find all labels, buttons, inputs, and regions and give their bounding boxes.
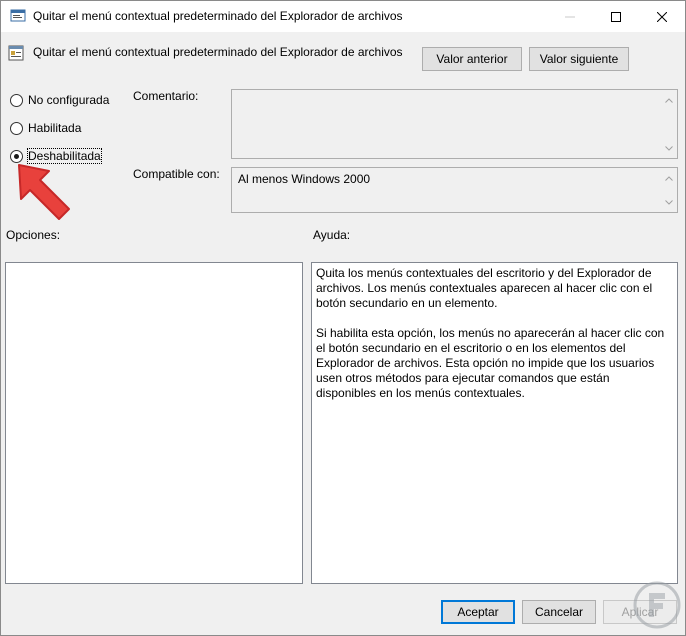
minimize-icon [565, 16, 575, 17]
chevron-down-icon [665, 145, 673, 151]
supported-on-label: Compatible con: [133, 167, 220, 181]
previous-setting-button[interactable]: Valor anterior [422, 47, 522, 71]
help-text: Quita los menús contextuales del escrito… [316, 266, 671, 416]
comment-scroll-up[interactable] [663, 94, 675, 106]
radio-enabled-control[interactable] [10, 121, 23, 135]
maximize-button[interactable] [593, 1, 639, 32]
watermark-logo-icon [633, 581, 681, 629]
policy-setting-dialog: Quitar el menú contextual predeterminado… [0, 0, 686, 636]
comment-label: Comentario: [133, 89, 199, 103]
comment-field[interactable] [231, 89, 678, 159]
title-bar: Quitar el menú contextual predeterminado… [1, 1, 685, 32]
close-button[interactable] [639, 1, 685, 32]
radio-enabled[interactable]: Habilitada [10, 121, 81, 135]
policy-title: Quitar el menú contextual predeterminado… [33, 45, 403, 59]
minimize-button[interactable] [547, 1, 593, 32]
help-paragraph: Quita los menús contextuales del escrito… [316, 266, 653, 310]
help-panel: Quita los menús contextuales del escrito… [311, 262, 678, 584]
next-setting-button[interactable]: Valor siguiente [529, 47, 629, 71]
chevron-down-icon [665, 199, 673, 205]
close-icon [657, 11, 667, 22]
chevron-up-icon [665, 175, 673, 181]
comment-scroll-down[interactable] [663, 142, 675, 154]
maximize-icon [611, 11, 621, 22]
radio-not-configured-label: No configurada [28, 93, 110, 107]
cancel-button[interactable]: Cancelar [522, 600, 596, 624]
radio-not-configured-control[interactable] [10, 93, 23, 107]
supported-scroll-up[interactable] [663, 172, 675, 184]
help-label: Ayuda: [313, 228, 351, 242]
supported-on-field: Al menos Windows 2000 [231, 167, 678, 213]
supported-scroll-down[interactable] [663, 196, 675, 208]
policy-window-icon [10, 9, 26, 22]
red-arrow-annotation-icon [18, 164, 70, 220]
radio-enabled-label: Habilitada [28, 121, 82, 135]
window-title: Quitar el menú contextual predeterminado… [33, 9, 403, 23]
radio-not-configured[interactable]: No configurada [10, 93, 109, 107]
help-paragraph: Si habilita esta opción, los menús no ap… [316, 326, 665, 400]
supported-on-value: Al menos Windows 2000 [238, 172, 371, 186]
ok-button[interactable]: Aceptar [441, 600, 515, 624]
policy-setting-icon [8, 45, 24, 61]
options-panel [5, 262, 303, 584]
chevron-up-icon [665, 97, 673, 103]
options-label: Opciones: [6, 228, 61, 242]
